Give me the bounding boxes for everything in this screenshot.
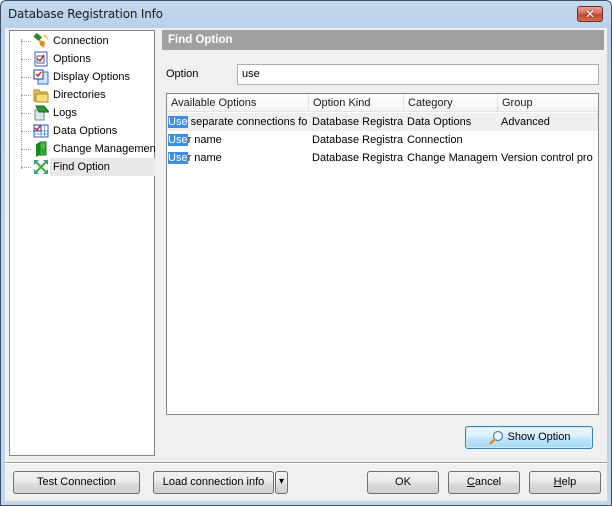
table-row[interactable]: User name Database Registra Change Manag… bbox=[167, 149, 598, 167]
option-label: Option bbox=[166, 68, 199, 80]
tree-item-label: Change Managemen bbox=[53, 143, 156, 155]
table-row[interactable]: Use separate connections fo Database Reg… bbox=[167, 113, 598, 131]
tree-branch bbox=[21, 167, 31, 168]
cell-group: Version control pro bbox=[501, 152, 593, 164]
window-title: Database Registration Info bbox=[8, 7, 163, 21]
log-icon bbox=[34, 105, 49, 121]
cell-option-kind: Database Registra bbox=[312, 134, 404, 146]
cell-option-kind: Database Registra bbox=[312, 152, 404, 164]
tree-item-display-options[interactable]: Display Options bbox=[21, 68, 155, 86]
options-tree[interactable]: Connection Options Display Options Direc… bbox=[9, 30, 156, 456]
options-grid[interactable]: Available Options Option Kind Category G… bbox=[166, 93, 599, 415]
test-connection-label: Test Connection bbox=[37, 476, 116, 488]
load-connection-info-button[interactable]: Load connection info bbox=[153, 471, 274, 494]
test-connection-button[interactable]: Test Connection bbox=[13, 471, 140, 494]
table-row[interactable]: User name Database Registra Connection bbox=[167, 131, 598, 149]
tree-item-logs[interactable]: Logs bbox=[21, 104, 155, 122]
tree-item-label: Directories bbox=[53, 89, 106, 101]
show-option-button[interactable]: Show Option bbox=[465, 426, 593, 449]
find-option-icon bbox=[34, 160, 48, 174]
folder-icon bbox=[33, 89, 49, 103]
ok-button[interactable]: OK bbox=[367, 471, 439, 494]
load-connection-info-label: Load connection info bbox=[162, 476, 265, 488]
tree-item-connection[interactable]: Connection bbox=[21, 32, 155, 50]
cell-group bbox=[498, 131, 598, 149]
load-connection-dropdown-button[interactable]: ▾ bbox=[275, 471, 288, 494]
tree-item-label: Connection bbox=[53, 35, 109, 47]
tree-item-options[interactable]: Options bbox=[21, 50, 155, 68]
plug-icon bbox=[33, 33, 49, 48]
cell-category: Change Manageme bbox=[407, 152, 498, 164]
tree-branch bbox=[21, 131, 31, 132]
magnifier-icon bbox=[489, 430, 504, 445]
display-options-icon bbox=[33, 69, 49, 85]
tree-branch bbox=[21, 41, 31, 42]
help-button[interactable]: Help bbox=[529, 471, 601, 494]
tree-item-label: Data Options bbox=[53, 125, 118, 137]
tree-item-label: Logs bbox=[53, 107, 77, 119]
cell-category: Data Options bbox=[407, 116, 472, 128]
close-button[interactable]: ✕ bbox=[577, 6, 603, 22]
match-highlight: Use bbox=[168, 134, 188, 146]
cell-text: separate connections fo bbox=[187, 116, 308, 128]
tree-item-find-option[interactable]: Find Option bbox=[21, 158, 155, 176]
dialog-window: Database Registration Info ✕ Connection bbox=[0, 0, 612, 506]
cell-option-kind: Database Registra bbox=[312, 116, 404, 128]
footer-separator bbox=[5, 462, 607, 464]
cell-category: Connection bbox=[407, 134, 463, 146]
title-bar[interactable]: Database Registration Info ✕ bbox=[1, 1, 611, 28]
ok-label: OK bbox=[395, 476, 411, 488]
chevron-down-icon: ▾ bbox=[278, 476, 285, 487]
dialog-client: Connection Options Display Options Direc… bbox=[5, 28, 607, 501]
checklist-icon bbox=[34, 51, 48, 67]
tree-branch bbox=[21, 77, 31, 78]
help-mnemonic: H bbox=[553, 476, 562, 488]
cell-group: Advanced bbox=[501, 116, 550, 128]
column-header-category[interactable]: Category bbox=[404, 94, 498, 112]
option-search-input[interactable]: use bbox=[237, 64, 599, 85]
data-grid-icon bbox=[33, 124, 49, 138]
tree-item-label: Display Options bbox=[53, 71, 131, 83]
match-highlight: Use bbox=[168, 152, 188, 164]
column-header-group[interactable]: Group bbox=[498, 94, 598, 112]
cell-available-option: User name bbox=[167, 149, 309, 167]
change-management-icon: V bbox=[36, 141, 47, 157]
cell-text: r name bbox=[187, 152, 222, 164]
cell-available-option: Use separate connections fo bbox=[167, 113, 309, 131]
tree-branch bbox=[21, 59, 31, 60]
panel-title: Find Option bbox=[162, 30, 604, 50]
help-label: elp bbox=[561, 476, 577, 488]
tree-item-data-options[interactable]: Data Options bbox=[21, 122, 155, 140]
cancel-label: ancel bbox=[474, 476, 502, 488]
cancel-mnemonic: C bbox=[466, 476, 475, 488]
tree-branch bbox=[21, 113, 31, 114]
tree-item-label: Find Option bbox=[53, 161, 110, 173]
svg-text:V: V bbox=[41, 147, 46, 155]
cancel-button[interactable]: Cancel bbox=[448, 471, 520, 494]
grid-header: Available Options Option Kind Category G… bbox=[167, 94, 598, 112]
close-icon: ✕ bbox=[584, 7, 596, 21]
tree-item-change-management[interactable]: V Change Managemen bbox=[21, 140, 156, 158]
cell-available-option: User name bbox=[167, 131, 309, 149]
column-header-option-kind[interactable]: Option Kind bbox=[309, 94, 404, 112]
tree-item-directories[interactable]: Directories bbox=[21, 86, 155, 104]
cell-text: r name bbox=[187, 134, 222, 146]
column-header-available-options[interactable]: Available Options bbox=[167, 94, 309, 112]
match-highlight: Use bbox=[168, 116, 188, 128]
tree-branch bbox=[21, 149, 31, 150]
tree-branch bbox=[21, 95, 31, 96]
tree-item-label: Options bbox=[53, 53, 91, 65]
